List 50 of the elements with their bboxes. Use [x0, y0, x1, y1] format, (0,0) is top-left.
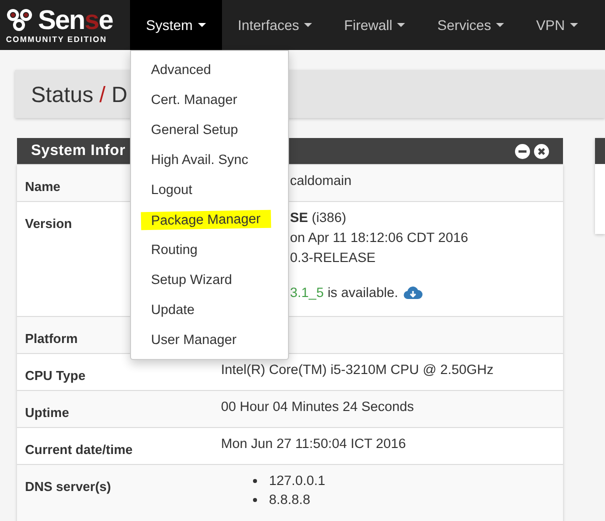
menu-item[interactable]: Routing: [141, 241, 208, 259]
caret-icon: [397, 23, 406, 27]
row-label: DNS server(s): [25, 479, 111, 494]
caret-icon: [496, 23, 504, 27]
nav-menu[interactable]: Firewall: [328, 0, 422, 50]
logo-letters: e: [98, 5, 113, 35]
breadcrumb-separator: /: [99, 80, 106, 108]
row-label: Platform: [25, 331, 78, 346]
nav-menu[interactable]: Services: [421, 0, 520, 50]
update-notice: 3.1_5 is available.: [290, 284, 398, 302]
menu-item[interactable]: Package Manager: [140, 210, 271, 230]
bullet-icon: [253, 498, 257, 502]
bullet-icon: [253, 478, 257, 482]
row-value: caldomain: [289, 172, 353, 190]
logo-letters: s: [84, 5, 99, 35]
menu-item[interactable]: User Manager: [141, 331, 247, 349]
caret-icon: [304, 23, 312, 27]
row-label: Current date/time: [25, 442, 133, 457]
row-label: CPU Type: [25, 368, 86, 383]
breadcrumb-link[interactable]: Status: [31, 78, 94, 110]
row-label: Version: [25, 216, 72, 231]
row-label: Name: [25, 179, 60, 194]
menu-item[interactable]: High Avail. Sync: [141, 151, 258, 169]
menu-item[interactable]: Update: [141, 301, 205, 319]
breadcrumb-current: D: [112, 80, 128, 108]
logo-letters: Sen: [38, 5, 85, 35]
caret-icon: [198, 23, 206, 27]
caret-icon: [570, 23, 578, 27]
panel-title: System Infor: [31, 140, 126, 161]
nav-menu[interactable]: Interfaces: [222, 0, 328, 50]
menu-item[interactable]: Cert. Manager: [141, 91, 248, 109]
nav-menu[interactable]: System: [130, 0, 222, 50]
dns-server: 8.8.8.8: [269, 491, 310, 509]
menu-item[interactable]: General Setup: [141, 121, 248, 139]
row-value: 00 Hour 04 Minutes 24 Seconds: [221, 398, 415, 416]
version-line: on Apr 11 18:12:06 CDT 2016: [290, 229, 470, 247]
menu-item[interactable]: Logout: [141, 181, 202, 199]
row-value: Intel(R) Core(TM) i5-3210M CPU @ 2.50GHz: [221, 361, 495, 379]
row-label: Uptime: [25, 405, 70, 420]
nav-menu[interactable]: VPN: [520, 0, 594, 50]
logo-subtitle: COMMUNITY EDITION: [6, 35, 107, 45]
version-line: SE (i386): [290, 209, 348, 227]
cloud-download-icon[interactable]: [403, 286, 424, 300]
version-line: 0.3-RELEASE: [290, 249, 377, 267]
menu-item[interactable]: Setup Wizard: [141, 271, 242, 289]
close-icon[interactable]: [534, 144, 550, 158]
dns-server: 127.0.0.1: [269, 472, 326, 490]
row-value: Mon Jun 27 11:50:04 ICT 2016: [221, 435, 407, 453]
menu-item[interactable]: Advanced: [141, 61, 222, 79]
minimize-icon[interactable]: [515, 144, 530, 158]
